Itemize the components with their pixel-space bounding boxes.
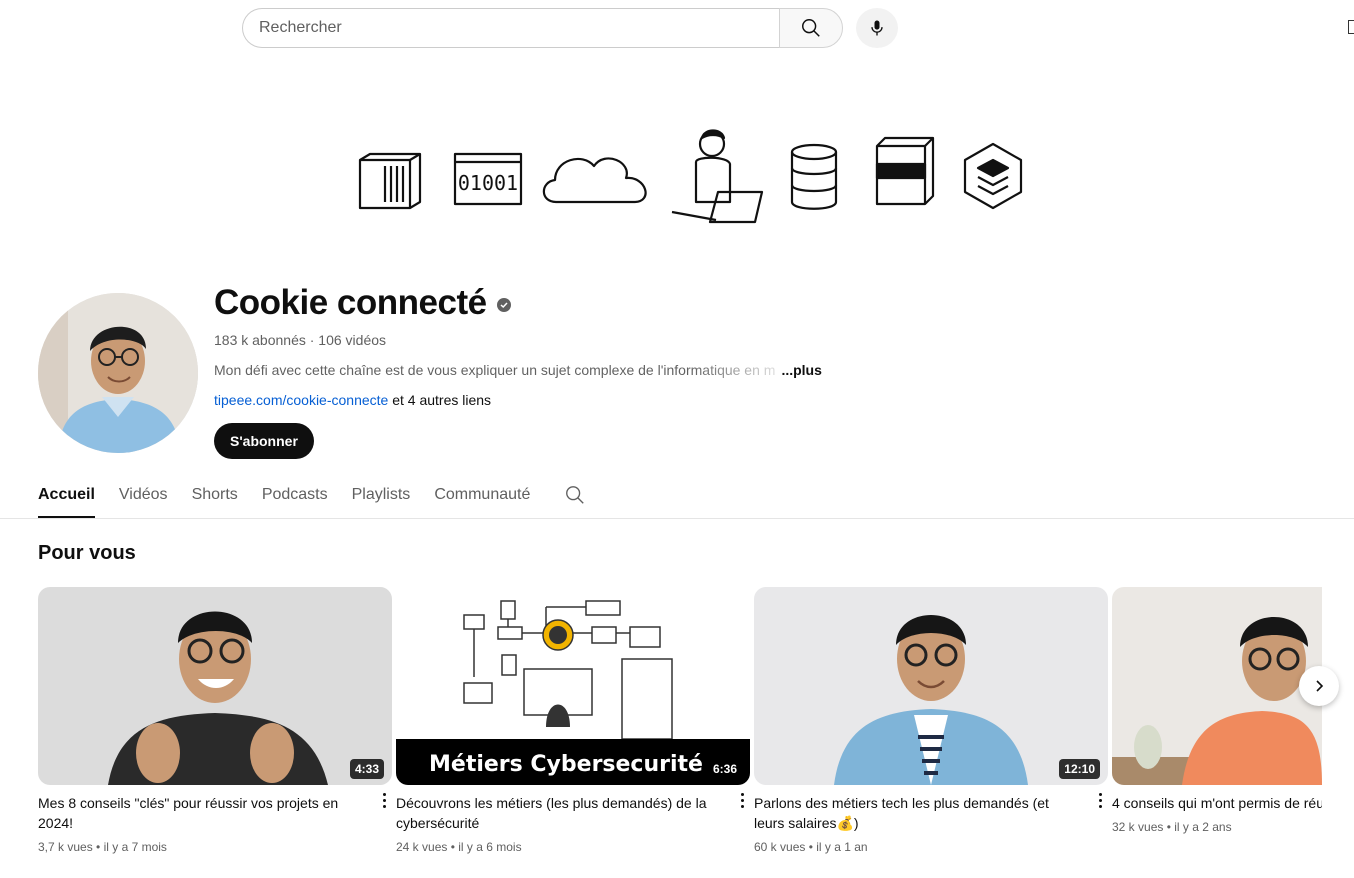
server-rack-icon bbox=[358, 152, 422, 210]
tab-podcasts[interactable]: Podcasts bbox=[262, 476, 328, 518]
layers-icon bbox=[963, 142, 1023, 210]
tabs-divider bbox=[0, 518, 1354, 519]
channel-tabs: Accueil Vidéos Shorts Podcasts Playlists… bbox=[38, 476, 586, 518]
thumbnail-caption: Métiers Cybersecurité bbox=[429, 752, 703, 777]
video-card[interactable]: Métiers Cybersecurité 6:36 Découvrons le… bbox=[396, 587, 750, 854]
cloud-icon bbox=[542, 157, 647, 204]
thumbnail-image bbox=[754, 587, 1108, 785]
thumbnail-image: Métiers Cybersecurité bbox=[396, 587, 750, 785]
tab-accueil[interactable]: Accueil bbox=[38, 476, 95, 518]
video-card[interactable]: 12:10 Parlons des métiers tech les plus … bbox=[754, 587, 1108, 854]
verified-badge-icon bbox=[496, 298, 511, 312]
search-icon bbox=[802, 19, 820, 37]
channel-name: Cookie connecté bbox=[214, 283, 487, 322]
developer-illustration bbox=[671, 129, 764, 224]
channel-banner: 01001 bbox=[358, 129, 1023, 224]
tab-shorts[interactable]: Shorts bbox=[192, 476, 238, 518]
video-meta: 60 k vues • il y a 1 an bbox=[754, 840, 868, 854]
channel-avatar[interactable] bbox=[38, 293, 198, 453]
more-actions-icon[interactable] bbox=[1099, 793, 1102, 808]
video-duration: 6:36 bbox=[707, 759, 742, 779]
database-icon bbox=[790, 143, 838, 210]
search-input[interactable]: Rechercher bbox=[242, 8, 779, 48]
video-meta: 3,7 k vues • il y a 7 mois bbox=[38, 840, 167, 854]
description-text: Mon défi avec cette chaîne est de vous e… bbox=[214, 362, 776, 378]
account-menu-icon[interactable] bbox=[1348, 20, 1354, 34]
channel-links: tipeee.com/cookie-connecte et 4 autres l… bbox=[214, 392, 491, 408]
subscribe-button[interactable]: S'abonner bbox=[214, 423, 314, 459]
channel-title: Cookie connecté bbox=[214, 283, 511, 323]
video-card[interactable]: 4:33 Mes 8 conseils "clés" pour réussir … bbox=[38, 587, 392, 854]
search-bar: Rechercher bbox=[242, 8, 843, 48]
video-thumbnail[interactable] bbox=[1112, 587, 1322, 785]
video-duration: 12:10 bbox=[1059, 759, 1100, 779]
video-title[interactable]: Découvrons les métiers (les plus demandé… bbox=[396, 793, 714, 833]
video-meta: 24 k vues • il y a 6 mois bbox=[396, 840, 522, 854]
other-links-text[interactable]: et 4 autres liens bbox=[388, 392, 491, 408]
tab-videos[interactable]: Vidéos bbox=[119, 476, 168, 518]
search-button[interactable] bbox=[779, 8, 843, 48]
more-actions-icon[interactable] bbox=[383, 793, 386, 808]
tab-communaute[interactable]: Communauté bbox=[434, 476, 530, 518]
microphone-icon bbox=[871, 20, 883, 36]
voice-search-button[interactable] bbox=[856, 8, 898, 48]
video-title[interactable]: Mes 8 conseils "clés" pour réussir vos p… bbox=[38, 793, 356, 833]
hardware-box-icon bbox=[875, 136, 935, 206]
channel-stats: 183 k abonnés · 106 vidéos bbox=[214, 332, 387, 348]
video-title[interactable]: Parlons des métiers tech les plus demand… bbox=[754, 793, 1072, 833]
more-actions-icon[interactable] bbox=[741, 793, 744, 808]
chevron-right-icon bbox=[1316, 680, 1324, 692]
tipeee-link[interactable]: tipeee.com/cookie-connecte bbox=[214, 392, 388, 408]
video-duration: 4:33 bbox=[349, 759, 384, 779]
thumbnail-image bbox=[1112, 587, 1322, 785]
video-card[interactable]: 4 conseils qui m'ont permis de réussir 3… bbox=[1112, 587, 1322, 834]
tab-playlists[interactable]: Playlists bbox=[352, 476, 411, 518]
section-title: Pour vous bbox=[38, 542, 136, 564]
description-more-link[interactable]: ...plus bbox=[781, 362, 821, 378]
binary-text: 01001 bbox=[458, 171, 518, 195]
video-thumbnail[interactable]: 12:10 bbox=[754, 587, 1108, 785]
carousel-next-button[interactable] bbox=[1299, 666, 1339, 706]
thumbnail-image bbox=[38, 587, 392, 785]
channel-description[interactable]: Mon défi avec cette chaîne est de vous e… bbox=[214, 362, 822, 378]
video-title[interactable]: 4 conseils qui m'ont permis de réussir bbox=[1112, 793, 1322, 813]
avatar-portrait bbox=[38, 293, 198, 453]
video-thumbnail[interactable]: Métiers Cybersecurité 6:36 bbox=[396, 587, 750, 785]
video-thumbnail[interactable]: 4:33 bbox=[38, 587, 392, 785]
video-meta: 32 k vues • il y a 2 ans bbox=[1112, 820, 1232, 834]
channel-search-icon[interactable] bbox=[564, 484, 586, 506]
